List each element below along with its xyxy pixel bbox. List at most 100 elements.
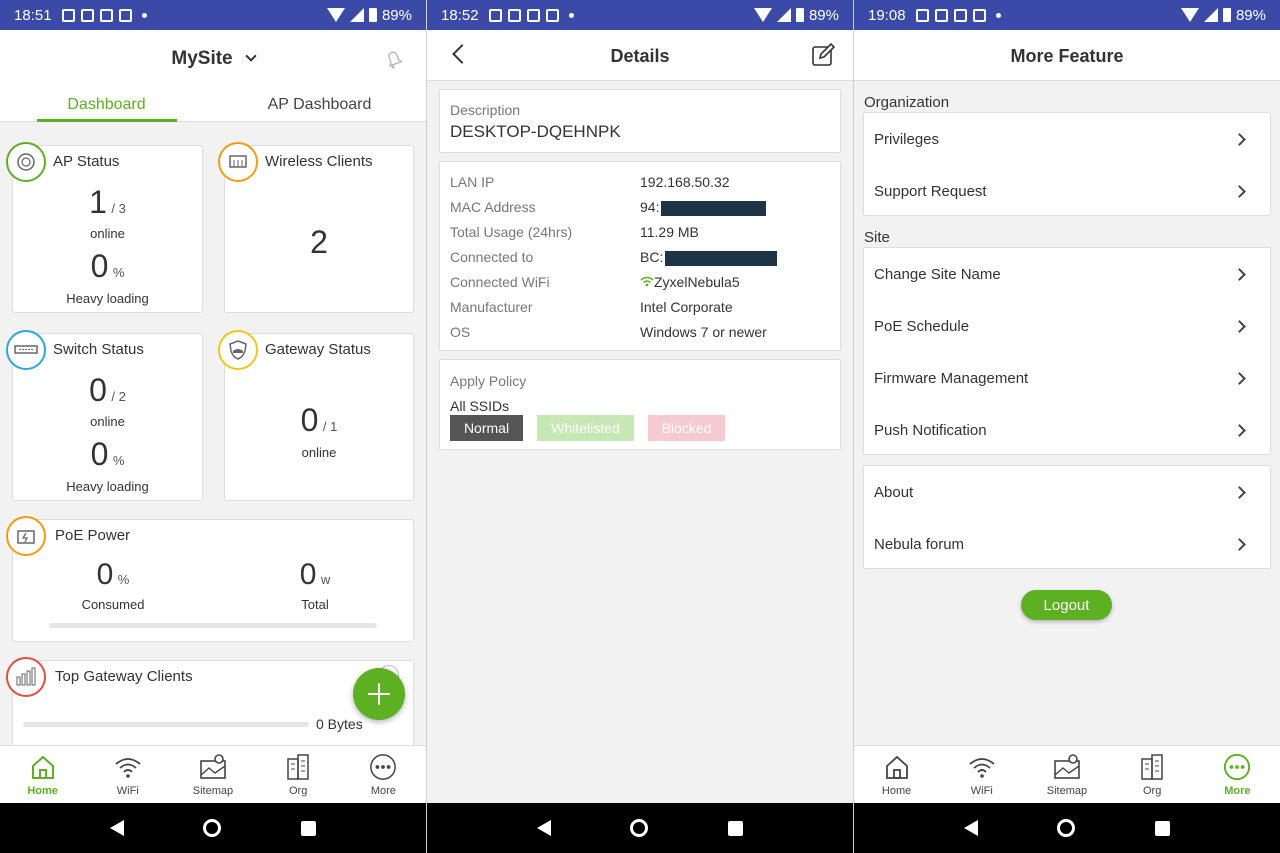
nav-back-icon[interactable]	[536, 820, 551, 836]
wireless-client-count: 2	[310, 224, 328, 260]
menu-item-firmware-management[interactable]: Firmware Management	[864, 352, 1270, 404]
menu-item-label: Nebula forum	[874, 535, 965, 553]
edit-icon[interactable]	[811, 42, 836, 72]
client-info-panel: LAN IP 192.168.50.32 MAC Address 94: Total…	[439, 161, 841, 351]
tab-wifi[interactable]: WiFi	[942, 753, 1022, 797]
tab-sitemap[interactable]: Sitemap	[1027, 753, 1107, 797]
menu-item-label: Firmware Management	[874, 369, 1029, 387]
apply-policy-label: Apply Policy	[450, 373, 527, 389]
menu-item-label: Change Site Name	[874, 265, 1001, 283]
switch-status-card[interactable]: Switch Status 0 / 2 online 0 % Heavy loa…	[6, 330, 203, 501]
chevron-right-icon	[1233, 132, 1246, 146]
info-row-wifi: Connected WiFi ZyxelNebula5	[450, 274, 830, 299]
app-icon	[972, 8, 986, 22]
tab-dashboard[interactable]: Dashboard	[0, 92, 213, 122]
tab-home[interactable]: Home	[3, 753, 83, 797]
nav-back-icon[interactable]	[963, 820, 978, 836]
tab-label: WiFi	[116, 784, 139, 797]
tab-label: Sitemap	[1046, 784, 1088, 797]
heavy-loading-label: Heavy loading	[66, 291, 149, 306]
menu-item-push-notification[interactable]: Push Notification	[864, 404, 1270, 456]
menu-item-label: Support Request	[874, 182, 987, 200]
android-nav-bar	[0, 803, 426, 853]
menu-item-label: Push Notification	[874, 421, 987, 439]
news-icon	[507, 8, 521, 22]
status-time: 18:52	[441, 6, 479, 24]
menu-item-about[interactable]: About	[864, 466, 1270, 518]
notification-icons	[915, 8, 1001, 22]
app-icon	[545, 8, 559, 22]
description-value: DESKTOP-DQEHNPK	[450, 122, 621, 141]
poe-consumed-value: 0	[96, 558, 114, 591]
logout-button[interactable]: Logout	[1021, 590, 1112, 620]
ap-total: / 3	[111, 201, 126, 216]
active-tab-indicator	[37, 119, 177, 122]
nav-home-icon[interactable]	[203, 819, 222, 837]
poe-total-value: 0	[299, 558, 317, 591]
menu-item-label: Privileges	[874, 130, 940, 148]
page-title: More Feature	[1010, 46, 1124, 66]
nav-back-icon[interactable]	[109, 820, 124, 836]
switch-total: / 2	[111, 389, 126, 404]
menu-item-change-site-name[interactable]: Change Site Name	[864, 248, 1270, 300]
organization-group: Privileges Support Request	[863, 112, 1271, 216]
tab-ap-dashboard[interactable]: AP Dashboard	[213, 92, 426, 122]
nav-home-icon[interactable]	[630, 819, 649, 837]
nav-recents-icon[interactable]	[1155, 820, 1171, 836]
image-icon	[488, 8, 502, 22]
tab-more[interactable]: More	[1197, 753, 1277, 797]
row-label: Manufacturer	[450, 299, 533, 315]
details-screen: 18:52 89% Details Description DESKTOP-DQ…	[427, 0, 853, 853]
chevron-right-icon	[1233, 485, 1246, 499]
nav-home-icon[interactable]	[1057, 819, 1076, 837]
card-title: Wireless Clients	[265, 153, 373, 170]
wifi-signal-icon	[326, 8, 345, 22]
menu-item-poe-schedule[interactable]: PoE Schedule	[864, 300, 1270, 352]
tab-sitemap[interactable]: Sitemap	[173, 753, 253, 797]
info-row-connected-to: Connected to BC:	[450, 249, 830, 274]
wifi-signal-icon	[640, 276, 654, 287]
tab-org[interactable]: Org	[1112, 753, 1192, 797]
menu-item-nebula-forum[interactable]: Nebula forum	[864, 518, 1270, 570]
menu-item-label: About	[874, 483, 914, 501]
clients-icon	[218, 142, 258, 182]
tab-label: Sitemap	[192, 784, 234, 797]
app-icon	[118, 8, 132, 22]
status-bar: 19:08 89%	[854, 0, 1280, 30]
site-selector[interactable]: MySite	[0, 48, 426, 70]
bell-icon[interactable]	[382, 47, 406, 76]
site-group: Change Site Name PoE Schedule Firmware M…	[863, 247, 1271, 455]
status-time: 18:51	[14, 6, 52, 24]
card-title: PoE Power	[55, 527, 131, 544]
ap-status-card[interactable]: AP Status 1 / 3 online 0 % Heavy loading	[6, 142, 203, 313]
menu-item-privileges[interactable]: Privileges	[864, 113, 1270, 165]
nav-recents-icon[interactable]	[728, 820, 744, 836]
chevron-right-icon	[1233, 371, 1246, 385]
online-label: online	[301, 445, 337, 460]
row-label: Connected to	[450, 249, 534, 265]
info-row-lan-ip: LAN IP 192.168.50.32	[450, 174, 830, 199]
shield-icon	[218, 330, 258, 370]
policy-blocked-button[interactable]: Blocked	[648, 415, 725, 441]
nav-recents-icon[interactable]	[301, 820, 317, 836]
chevron-right-icon	[1233, 267, 1246, 281]
more-notifications-icon	[141, 12, 147, 18]
status-bar: 18:51 89%	[0, 0, 426, 30]
wireless-clients-card[interactable]: Wireless Clients 2	[218, 142, 414, 313]
row-value: ZyxelNebula5	[654, 274, 740, 290]
tab-org[interactable]: Org	[258, 753, 338, 797]
policy-whitelisted-button[interactable]: Whitelisted	[537, 415, 634, 441]
wifi-signal-icon	[753, 8, 772, 22]
tab-home[interactable]: Home	[857, 753, 937, 797]
tab-more[interactable]: More	[343, 753, 423, 797]
info-row-usage: Total Usage (24hrs) 11.29 MB	[450, 224, 830, 249]
info-row-manufacturer: Manufacturer Intel Corporate	[450, 299, 830, 324]
poe-power-card[interactable]: PoE Power 0 % Consumed 0 w Total	[6, 516, 414, 642]
menu-item-support-request[interactable]: Support Request	[864, 165, 1270, 217]
gateway-status-card[interactable]: Gateway Status 0 / 1 online	[218, 330, 414, 501]
row-value: Intel Corporate	[640, 299, 733, 315]
add-button[interactable]	[353, 668, 405, 720]
policy-normal-button[interactable]: Normal	[450, 415, 523, 441]
tab-wifi[interactable]: WiFi	[88, 753, 168, 797]
cell-signal-icon	[1203, 8, 1218, 22]
